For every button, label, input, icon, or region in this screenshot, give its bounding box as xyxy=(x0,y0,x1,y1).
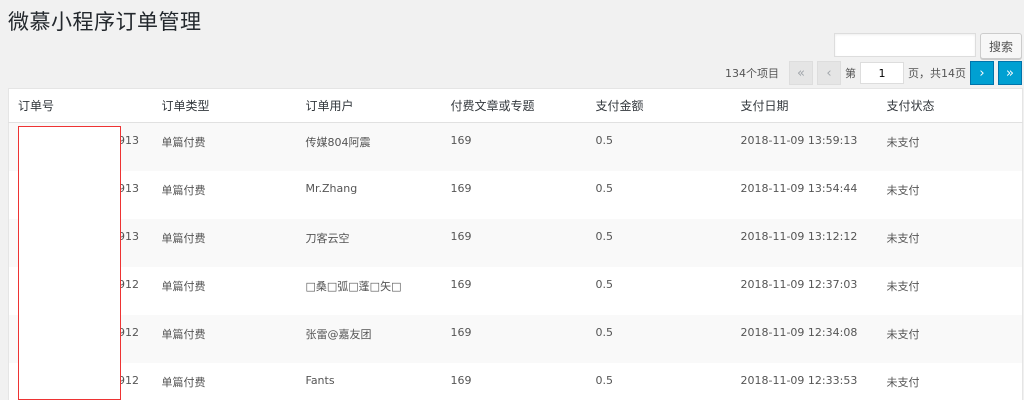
redaction-box xyxy=(18,126,121,400)
order-type-cell: 单篇付费 xyxy=(161,279,206,293)
pay-status-cell: 未支付 xyxy=(886,375,920,389)
order-no: 912 xyxy=(118,277,139,291)
column-header-amount: 支付金额 xyxy=(586,88,732,123)
last-page-button[interactable]: » xyxy=(998,61,1022,85)
orders-table: 订单号 订单类型 订单用户 付费文章或专题 支付金额 支付日期 支付状态 913… xyxy=(8,88,1023,400)
paid-post-cell: 169 xyxy=(450,277,472,291)
pay-date-cell: 2018-11-09 13:12:12 xyxy=(731,218,878,267)
order-user-cell: 张雷@嘉友团 xyxy=(296,314,442,363)
paid-post-cell: 169 xyxy=(450,181,472,195)
table-row: 913 单篇付费 刀客云空 169 0.5 2018-11-09 13:12:1… xyxy=(8,218,1023,267)
column-header-pay-date: 支付日期 xyxy=(731,88,878,123)
paid-post-cell: 169 xyxy=(450,373,472,387)
order-user-cell: □桑□弧□蓬□矢□ xyxy=(305,279,402,293)
prev-page-button: ‹ xyxy=(817,61,841,85)
amount-cell: 0.5 xyxy=(586,314,732,363)
page-title: 微慕小程序订单管理 xyxy=(8,10,202,34)
current-page-input[interactable] xyxy=(860,62,904,84)
pagination: 134个项目 « ‹ 第 页，共14页 › » xyxy=(725,61,1022,85)
order-type-cell: 单篇付费 xyxy=(161,183,206,197)
paid-post-cell: 169 xyxy=(441,122,587,171)
column-header-order-user: 订单用户 xyxy=(296,88,442,123)
order-no: 912 xyxy=(118,373,139,387)
order-type-cell: 单篇付费 xyxy=(152,122,297,171)
order-no: 912 xyxy=(118,325,139,339)
amount-cell: 0.5 xyxy=(595,181,614,195)
table-row: 912 单篇付费 Fants 169 0.5 2018-11-09 12:33:… xyxy=(9,363,1023,400)
amount-cell: 0.5 xyxy=(595,277,614,291)
paid-post-cell: 169 xyxy=(441,218,587,267)
amount-cell: 0.5 xyxy=(586,218,732,267)
table-row: 912 单篇付费 □桑□弧□蓬□矢□ 169 0.5 2018-11-09 12… xyxy=(9,267,1023,315)
order-no: 913 xyxy=(118,229,139,243)
order-user-cell: 刀客云空 xyxy=(296,218,442,267)
order-type-cell: 单篇付费 xyxy=(152,218,297,267)
order-type-cell: 单篇付费 xyxy=(152,314,297,363)
column-header-paid-post: 付费文章或专题 xyxy=(441,88,587,123)
total-pages-label: 页，共14页 xyxy=(908,67,966,80)
order-type-cell: 单篇付费 xyxy=(161,375,206,389)
item-count: 134个项目 xyxy=(725,67,779,80)
table-row: 913 单篇付费 Mr.Zhang 169 0.5 2018-11-09 13:… xyxy=(9,171,1023,219)
paid-post-cell: 169 xyxy=(441,314,587,363)
order-no: 913 xyxy=(118,181,139,195)
pay-date-cell: 2018-11-09 12:34:08 xyxy=(731,314,878,363)
pay-status-cell: 未支付 xyxy=(877,122,1023,171)
search-button[interactable]: 搜索 xyxy=(980,33,1022,59)
pay-status-cell: 未支付 xyxy=(886,183,920,197)
first-page-button: « xyxy=(789,61,813,85)
amount-cell: 0.5 xyxy=(586,122,732,171)
page-prefix-label: 第 xyxy=(845,67,856,80)
order-user-cell: Fants xyxy=(305,373,335,387)
column-header-order-type: 订单类型 xyxy=(152,88,297,123)
table-row: 913 单篇付费 传媒804阿震 169 0.5 2018-11-09 13:5… xyxy=(8,122,1023,171)
pay-date-cell: 2018-11-09 13:54:44 xyxy=(740,181,858,195)
pay-date-cell: 2018-11-09 13:59:13 xyxy=(731,122,878,171)
pay-status-cell: 未支付 xyxy=(877,218,1023,267)
amount-cell: 0.5 xyxy=(595,373,614,387)
pay-date-cell: 2018-11-09 12:37:03 xyxy=(740,277,858,291)
pay-status-cell: 未支付 xyxy=(877,314,1023,363)
order-no: 913 xyxy=(118,134,139,147)
pay-status-cell: 未支付 xyxy=(886,279,920,293)
column-header-order-no: 订单号 xyxy=(8,88,153,123)
order-user-cell: 传媒804阿震 xyxy=(296,122,442,171)
order-user-cell: Mr.Zhang xyxy=(305,181,358,195)
table-header-row: 订单号 订单类型 订单用户 付费文章或专题 支付金额 支付日期 支付状态 xyxy=(8,88,1023,123)
search-box: 搜索 xyxy=(834,33,1022,59)
table-row: 912 单篇付费 张雷@嘉友团 169 0.5 2018-11-09 12:34… xyxy=(8,314,1023,363)
pay-date-cell: 2018-11-09 12:33:53 xyxy=(740,373,858,387)
search-input[interactable] xyxy=(834,33,976,57)
column-header-pay-status: 支付状态 xyxy=(877,88,1023,123)
next-page-button[interactable]: › xyxy=(970,61,994,85)
